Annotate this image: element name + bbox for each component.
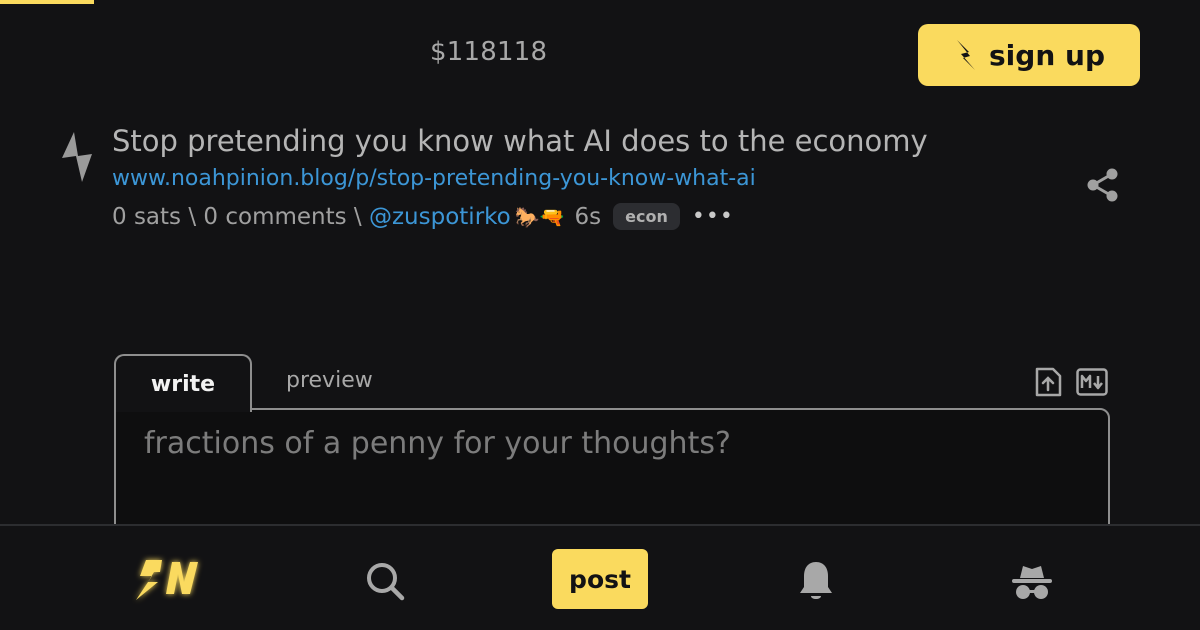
item-age[interactable]: 6s <box>575 204 602 230</box>
item-link[interactable]: www.noahpinion.blog/p/stop-pretending-yo… <box>112 166 756 191</box>
sub-tag[interactable]: econ <box>613 203 680 230</box>
btc-price[interactable]: $118118 <box>430 37 547 67</box>
sign-up-button[interactable]: sign up <box>918 24 1140 86</box>
comments-link[interactable]: 0 comments <box>203 204 346 230</box>
bottom-nav: post <box>0 524 1200 630</box>
tab-write[interactable]: write <box>114 354 252 412</box>
top-accent-bar <box>0 0 94 4</box>
zap-bolt-icon[interactable] <box>58 130 96 184</box>
post-button[interactable]: post <box>552 549 648 609</box>
bell-icon[interactable] <box>796 559 836 603</box>
more-options-icon[interactable]: ••• <box>692 204 734 229</box>
incognito-icon[interactable] <box>1010 562 1054 602</box>
meta-separator: \ <box>181 203 204 230</box>
sn-logo-icon[interactable] <box>132 554 206 606</box>
share-icon[interactable] <box>1084 166 1122 204</box>
lightning-icon <box>957 40 976 70</box>
meta-separator: \ <box>346 203 369 230</box>
user-badges: 🐎🔫 <box>514 204 565 229</box>
item-title[interactable]: Stop pretending you know what AI does to… <box>112 124 928 158</box>
item-meta: 0 sats \ 0 comments \ @zuspotirko 🐎🔫 6s … <box>112 203 734 230</box>
textarea-placeholder: fractions of a penny for your thoughts? <box>144 426 731 461</box>
tab-preview[interactable]: preview <box>286 368 373 393</box>
sign-up-label: sign up <box>989 38 1105 72</box>
author-link[interactable]: @zuspotirko <box>369 204 511 230</box>
sats-count: 0 sats <box>112 203 182 230</box>
search-icon[interactable] <box>364 560 406 602</box>
markdown-icon[interactable] <box>1076 368 1108 396</box>
upload-file-icon[interactable] <box>1033 367 1063 397</box>
